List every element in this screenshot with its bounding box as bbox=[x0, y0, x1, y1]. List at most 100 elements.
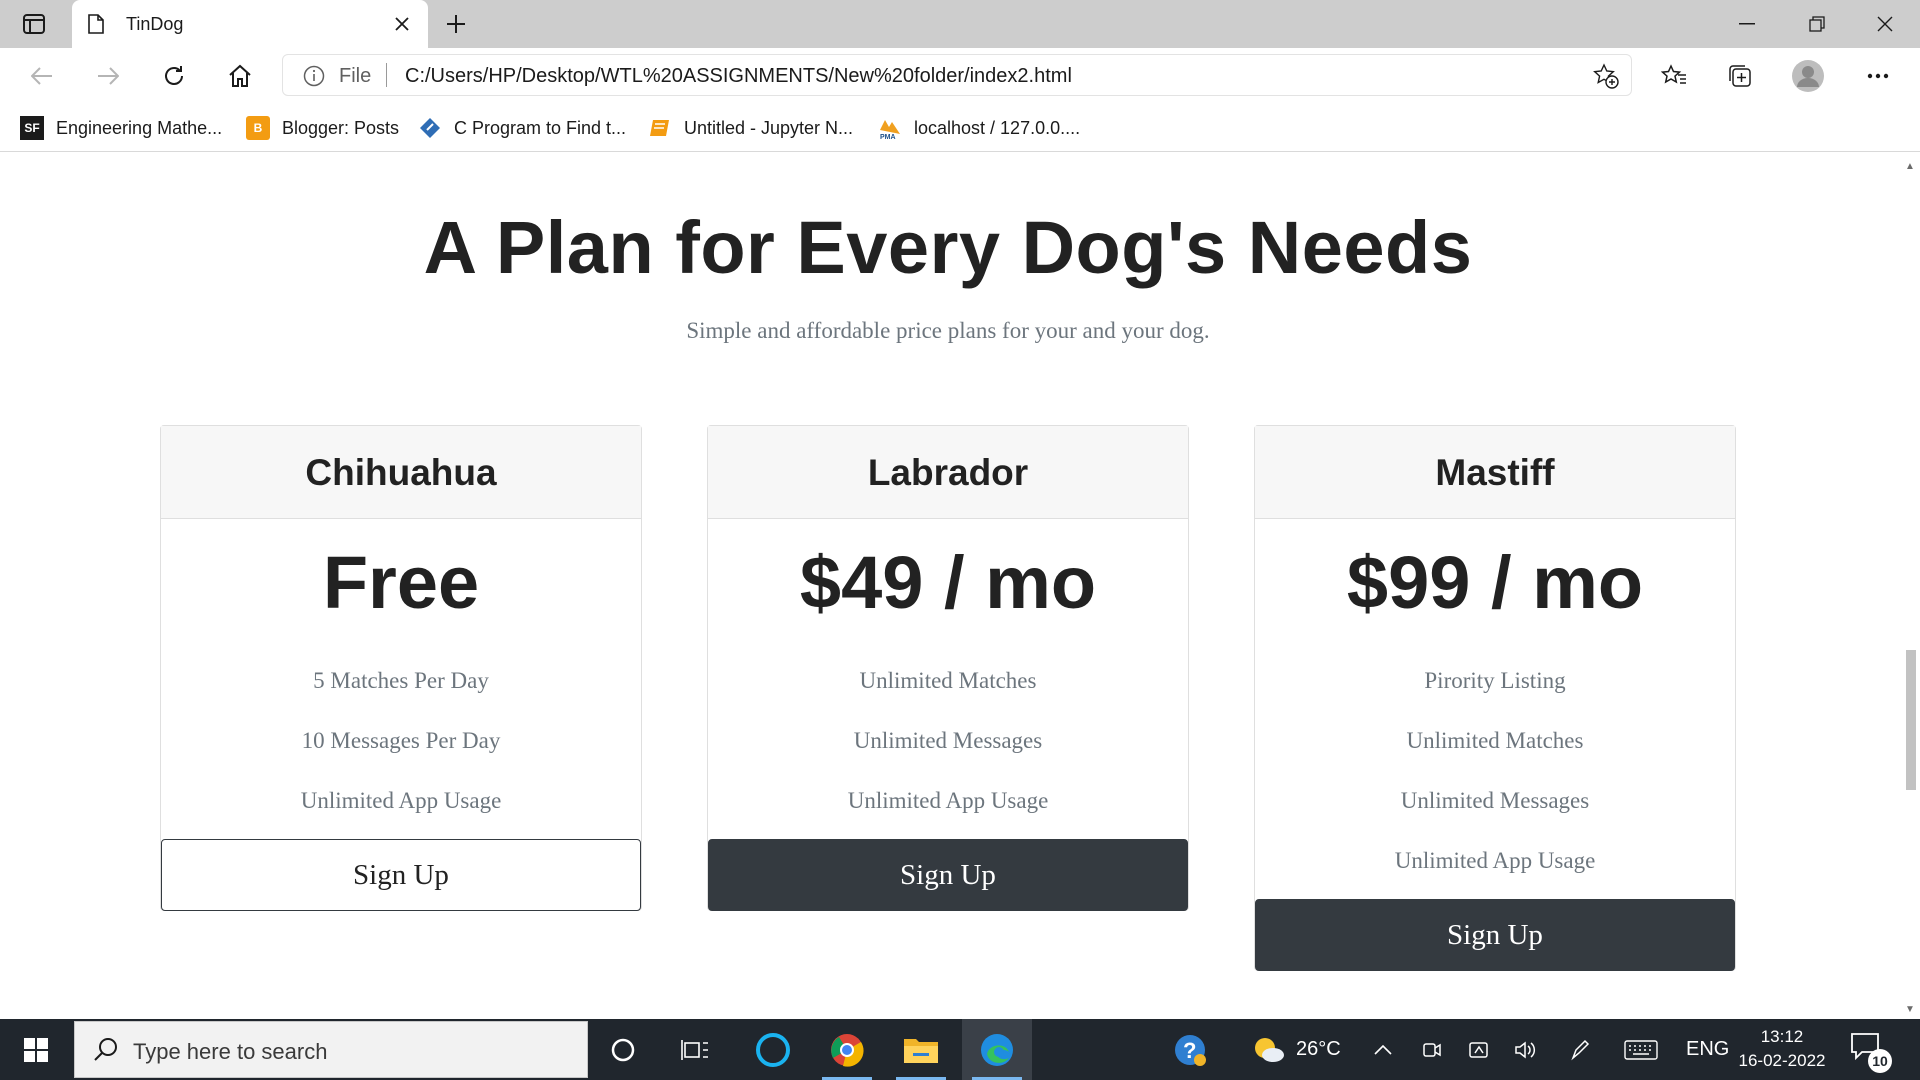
tab-title: TinDog bbox=[126, 14, 184, 34]
notification-center[interactable]: 10 bbox=[1850, 1031, 1892, 1073]
info-icon[interactable] bbox=[303, 65, 325, 92]
close-tab-icon[interactable] bbox=[388, 10, 416, 38]
plan-feature: 10 Messages Per Day bbox=[301, 728, 501, 753]
plan-price: $99 / mo bbox=[1346, 541, 1644, 624]
input-language[interactable]: ENG bbox=[1686, 1019, 1729, 1080]
search-placeholder: Type here to search bbox=[133, 1039, 328, 1064]
edge-browser-icon[interactable] bbox=[962, 1019, 1032, 1080]
plan-price: Free bbox=[322, 541, 480, 624]
sign-up-button[interactable]: Sign Up bbox=[1255, 899, 1735, 971]
phpmyadmin-icon: PMA bbox=[878, 116, 902, 140]
address-bar[interactable]: File C:/Users/HP/Desktop/WTL%20ASSIGNMEN… bbox=[282, 54, 1632, 96]
plan-features: 5 Matches Per Day 10 Messages Per Day Un… bbox=[161, 651, 641, 831]
sign-up-button[interactable]: Sign Up bbox=[708, 839, 1188, 911]
clock-time: 13:12 bbox=[1760, 1027, 1804, 1046]
help-icon[interactable]: ? bbox=[1172, 1019, 1208, 1080]
jupyter-book-icon bbox=[648, 116, 672, 140]
weather-widget[interactable]: 26°C bbox=[1252, 1019, 1341, 1080]
bookmark-blogger-posts[interactable]: B Blogger: Posts bbox=[246, 114, 399, 142]
partly-sunny-icon bbox=[1255, 1037, 1284, 1062]
bookmark-engineering-mathematics[interactable]: SF Engineering Mathe... bbox=[20, 114, 222, 142]
plan-name: Mastiff bbox=[1255, 426, 1735, 519]
pricing-subtitle: Simple and affordable price plans for yo… bbox=[686, 318, 1210, 343]
battery-sync-icon[interactable] bbox=[1468, 1019, 1490, 1080]
taskbar-search-input[interactable]: Type here to search bbox=[74, 1021, 588, 1078]
system-clock[interactable]: 13:12 16-02-2022 bbox=[1732, 1025, 1832, 1073]
minimize-button[interactable] bbox=[1714, 0, 1780, 48]
clock-date: 16-02-2022 bbox=[1738, 1051, 1826, 1070]
plan-feature: 5 Matches Per Day bbox=[313, 668, 489, 693]
touch-keyboard-icon[interactable] bbox=[1624, 1019, 1658, 1080]
bookmark-localhost-phpmyadmin[interactable]: PMA localhost / 127.0.0.... bbox=[878, 114, 1080, 142]
add-favorite-icon[interactable] bbox=[1593, 63, 1619, 94]
svg-text:PMA: PMA bbox=[880, 134, 896, 140]
pricing-card-labrador: Labrador $49 / mo Unlimited Matches Unli… bbox=[707, 425, 1189, 911]
bookmarks-bar: SF Engineering Mathe... B Blogger: Posts… bbox=[0, 104, 1920, 152]
blogger-icon: B bbox=[246, 116, 270, 140]
profile-avatar[interactable] bbox=[1788, 58, 1828, 94]
favorites-icon[interactable] bbox=[1654, 58, 1694, 94]
tab-actions-icon[interactable] bbox=[18, 10, 50, 38]
home-icon[interactable] bbox=[220, 58, 260, 94]
bookmark-label: Engineering Mathe... bbox=[56, 117, 223, 138]
windows-start-button[interactable] bbox=[0, 1019, 72, 1080]
scrollbar-thumb[interactable] bbox=[1906, 650, 1916, 790]
sf-icon: SF bbox=[20, 116, 44, 140]
plan-name: Chihuahua bbox=[161, 426, 641, 519]
collections-icon[interactable] bbox=[1720, 58, 1760, 94]
sign-up-button[interactable]: Sign Up bbox=[161, 839, 641, 911]
windows-taskbar: Type here to search ? 26°C ENG 13:12 16-… bbox=[0, 1019, 1920, 1080]
task-view-icon[interactable] bbox=[660, 1019, 730, 1080]
bookmark-label: localhost / 127.0.0.... bbox=[914, 117, 1081, 138]
page-scrollbar[interactable]: ▲ ▼ bbox=[1900, 153, 1920, 1019]
plan-feature: Unlimited Matches bbox=[1406, 728, 1584, 753]
plan-name: Labrador bbox=[708, 426, 1188, 519]
forward-icon[interactable] bbox=[88, 58, 128, 94]
plan-feature: Unlimited App Usage bbox=[300, 788, 502, 813]
plan-feature: Unlimited App Usage bbox=[847, 788, 1049, 813]
scroll-up-icon[interactable]: ▲ bbox=[1905, 161, 1915, 172]
browser-tab-active[interactable]: TinDog bbox=[72, 0, 428, 48]
scroll-down-icon[interactable]: ▼ bbox=[1905, 1004, 1915, 1015]
browser-nav-bar: File C:/Users/HP/Desktop/WTL%20ASSIGNMEN… bbox=[0, 48, 1920, 104]
pen-icon[interactable] bbox=[1570, 1019, 1592, 1080]
show-hidden-icons-icon[interactable] bbox=[1374, 1019, 1392, 1080]
plan-features: Pirority Listing Unlimited Matches Unlim… bbox=[1255, 651, 1735, 891]
restore-button[interactable] bbox=[1784, 0, 1850, 48]
file-explorer-icon[interactable] bbox=[886, 1019, 956, 1080]
bookmark-c-program[interactable]: C Program to Find t... bbox=[418, 114, 626, 142]
back-icon[interactable] bbox=[22, 58, 62, 94]
alexa-icon[interactable] bbox=[738, 1019, 808, 1080]
close-window-button[interactable] bbox=[1852, 0, 1918, 48]
page-icon bbox=[88, 14, 104, 39]
plan-feature: Unlimited Matches bbox=[859, 668, 1037, 693]
bookmark-label: Untitled - Jupyter N... bbox=[684, 117, 854, 138]
bookmark-jupyter[interactable]: Untitled - Jupyter N... bbox=[648, 114, 853, 142]
plan-feature: Unlimited Messages bbox=[1400, 788, 1590, 813]
diamond-link-icon bbox=[418, 116, 442, 140]
address-url[interactable]: C:/Users/HP/Desktop/WTL%20ASSIGNMENTS/Ne… bbox=[405, 65, 1072, 88]
chrome-icon[interactable] bbox=[812, 1019, 882, 1080]
bookmark-label: Blogger: Posts bbox=[282, 117, 400, 138]
pricing-card-chihuahua: Chihuahua Free 5 Matches Per Day 10 Mess… bbox=[160, 425, 642, 911]
meet-now-icon[interactable] bbox=[1422, 1019, 1442, 1080]
pricing-section: A Plan for Every Dog's Needs Simple and … bbox=[0, 153, 1900, 1019]
pricing-card-mastiff: Mastiff $99 / mo Pirority Listing Unlimi… bbox=[1254, 425, 1736, 971]
notification-count-badge: 10 bbox=[1868, 1049, 1892, 1073]
plan-feature: Unlimited App Usage bbox=[1394, 848, 1596, 873]
plan-features: Unlimited Matches Unlimited Messages Unl… bbox=[708, 651, 1188, 831]
new-tab-button[interactable] bbox=[440, 8, 472, 40]
plan-feature: Unlimited Messages bbox=[853, 728, 1043, 753]
weather-temperature: 26°C bbox=[1296, 1038, 1341, 1060]
plan-price: $49 / mo bbox=[799, 541, 1097, 624]
plan-feature: Pirority Listing bbox=[1424, 668, 1566, 693]
address-separator bbox=[386, 63, 387, 87]
refresh-icon[interactable] bbox=[154, 58, 194, 94]
address-scheme: File bbox=[339, 65, 372, 87]
pricing-title: A Plan for Every Dog's Needs bbox=[423, 206, 1473, 289]
volume-icon[interactable] bbox=[1514, 1019, 1536, 1080]
more-options-icon[interactable] bbox=[1858, 58, 1898, 94]
bookmark-label: C Program to Find t... bbox=[454, 117, 627, 138]
search-icon bbox=[93, 1036, 119, 1067]
cortana-icon[interactable] bbox=[588, 1019, 658, 1080]
